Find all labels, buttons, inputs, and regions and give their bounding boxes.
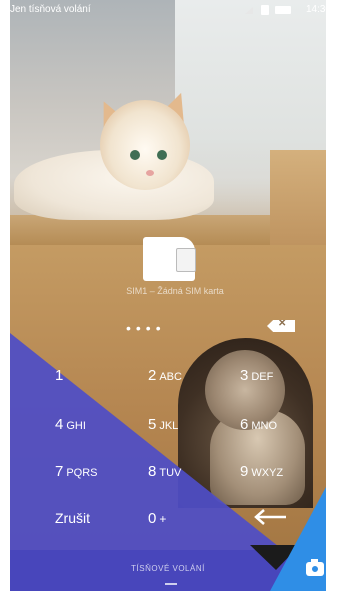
signal-icon xyxy=(245,7,253,14)
key-6[interactable]: 6 MNO xyxy=(240,416,277,433)
sim-message: SIM1 – Žádná SIM karta xyxy=(126,286,224,296)
battery-icon xyxy=(275,6,291,14)
key-2[interactable]: 2 ABC xyxy=(148,367,182,384)
key-1[interactable]: 1 xyxy=(55,367,63,384)
key-5[interactable]: 5 JKL xyxy=(148,416,178,433)
key-8[interactable]: 8 TUV xyxy=(148,463,181,480)
key-7[interactable]: 7 PQRS xyxy=(55,463,98,480)
key-4[interactable]: 4 GHI xyxy=(55,416,86,433)
pin-dots: •••• xyxy=(126,320,166,336)
lock-screen: Jen tísňová volání 14:30 SIM1 – Žádná SI… xyxy=(0,0,337,591)
carrier-label: Jen tísňová volání xyxy=(10,4,91,15)
emergency-call-button[interactable]: TÍSŇOVÉ VOLÁNÍ xyxy=(10,564,326,573)
key-3[interactable]: 3 DEF xyxy=(240,367,273,384)
status-bar: Jen tísňová volání 14:30 xyxy=(0,0,337,20)
sim-chip xyxy=(176,248,196,272)
key-0[interactable]: 0 + xyxy=(148,510,166,527)
key-9[interactable]: 9 WXYZ xyxy=(240,463,283,480)
camera-icon[interactable] xyxy=(306,559,324,576)
home-indicator xyxy=(165,583,177,585)
sim-status-icon xyxy=(261,5,269,15)
cancel-button[interactable]: Zrušit xyxy=(55,510,90,526)
enter-arrow-icon[interactable] xyxy=(252,507,288,527)
